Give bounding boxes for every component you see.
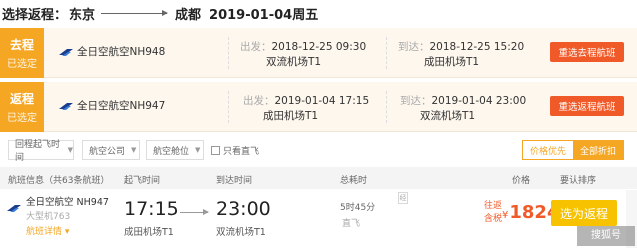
- leg-badge-title: 返程: [9, 92, 34, 106]
- departure-time: 2018-12-25 09:30: [271, 41, 367, 53]
- leg-arrival: 到达：2018-12-25 15:20 成田机场T1: [398, 40, 524, 70]
- departure-label: 出发：: [240, 41, 272, 53]
- filter-label: 回程起飞时间: [15, 140, 61, 163]
- results-column-header: 航班信息（共63条航班） 起飞时间 到达时间 总耗时 价格 要认排序: [0, 167, 637, 189]
- col-price[interactable]: 价格: [512, 173, 530, 186]
- direct-only-checkbox[interactable]: 只看直飞: [211, 144, 259, 157]
- arrow-right-icon: [180, 209, 209, 215]
- leg-status-badge: 去程 已选定: [0, 28, 44, 78]
- divider: [228, 91, 229, 123]
- chevron-down-icon: ▾: [64, 227, 70, 237]
- outbound-leg-summary: 去程 已选定 全日空航空NH948 出发：2018-12-25 09:30 双流…: [0, 28, 637, 78]
- select-return-flight-button[interactable]: 选为返程: [551, 200, 617, 226]
- filter-label: 航空舱位: [153, 146, 190, 157]
- leg-airline-flight: 全日空航空NH947: [77, 100, 166, 112]
- arrival-label: 到达：: [398, 41, 430, 53]
- col-sort[interactable]: 要认排序: [560, 173, 596, 186]
- arrival-airport: 成田机场T1: [424, 56, 480, 68]
- ana-logo-icon: [59, 103, 73, 110]
- chevron-down-icon: ▼: [195, 146, 201, 154]
- filter-label: 航空公司: [89, 146, 126, 157]
- header-label: 选择返程：: [2, 7, 68, 23]
- col-departure-time[interactable]: 起飞时间: [124, 173, 160, 186]
- col-arrival-time[interactable]: 到达时间: [216, 173, 252, 186]
- ana-logo-icon: [7, 205, 21, 212]
- row-duration: 5时45分: [340, 203, 376, 213]
- flight-result-row: 全日空航空 NH947 大型机763 航班详情 ▾ 17:15 成田机场T1 2…: [0, 190, 637, 248]
- leg-arrival: 到达：2019-01-04 23:00 双流机场T1: [400, 94, 526, 124]
- leg-badge-status: 已选定: [7, 113, 37, 124]
- watermark: 搜狐号: [577, 226, 635, 246]
- row-stop-type: 直飞: [342, 219, 361, 229]
- currency-symbol: ¥: [502, 210, 509, 221]
- leg-departure: 出发：2018-12-25 09:30 双流机场T1: [240, 40, 366, 70]
- col-flight-info: 航班信息（共63条航班）: [8, 176, 110, 186]
- col-duration[interactable]: 总耗时: [340, 173, 367, 186]
- filter-cabin[interactable]: 航空舱位 ▼: [146, 140, 204, 160]
- price-tag: 往返 含税: [484, 200, 502, 226]
- filter-bar: 回程起飞时间 ▼ 航空公司 ▼ 航空舱位 ▼ 只看直飞 价格优先 全部折扣: [0, 139, 637, 163]
- price-tag-top: 往返: [484, 201, 503, 211]
- departure-airport: 双流机场T1: [266, 56, 322, 68]
- return-leg-summary: 返程 已选定 全日空航空NH947 出发：2019-01-04 17:15 成田…: [0, 82, 637, 132]
- leg-departure: 出发：2019-01-04 17:15 成田机场T1: [243, 94, 369, 124]
- arrival-label: 到达：: [400, 95, 432, 107]
- route-arrow-icon: [101, 9, 169, 16]
- row-departure-time: 17:15: [124, 198, 179, 220]
- filter-airline[interactable]: 航空公司 ▼: [82, 140, 140, 160]
- checkbox-box[interactable]: [211, 146, 220, 155]
- checkbox-label: 只看直飞: [223, 147, 260, 157]
- leg-badge-title: 去程: [9, 38, 34, 52]
- reselect-return-button[interactable]: 重选返程航班: [550, 96, 624, 116]
- ana-logo-icon: [59, 49, 73, 56]
- row-aircraft-model: 大型机763: [26, 212, 71, 222]
- row-airline-flight: 全日空航空 NH947: [26, 197, 109, 208]
- row-arrival-airport: 双流机场T1: [216, 227, 266, 238]
- economy-badge: 经: [398, 192, 408, 204]
- leg-airline-flight: 全日空航空NH948: [77, 46, 166, 58]
- row-departure-airport: 成田机场T1: [124, 227, 174, 238]
- departure-label: 出发：: [243, 95, 275, 107]
- arrival-airport: 双流机场T1: [420, 110, 476, 122]
- reselect-outbound-button[interactable]: 重选去程航班: [550, 42, 624, 62]
- leg-badge-status: 已选定: [7, 59, 37, 70]
- travel-date: 2019-01-04周五: [209, 7, 319, 23]
- chevron-down-icon: ▼: [67, 146, 73, 154]
- divider: [386, 91, 387, 123]
- arrival-time: 2019-01-04 23:00: [431, 95, 527, 107]
- tab-price-first[interactable]: 价格优先: [523, 141, 574, 159]
- divider: [386, 37, 387, 69]
- departure-airport: 成田机场T1: [263, 110, 319, 122]
- route-header: 选择返程： 东京 成都 2019-01-04周五: [0, 0, 637, 26]
- destination-city: 成都: [175, 7, 202, 23]
- flight-details-link[interactable]: 航班详情 ▾: [26, 224, 69, 237]
- flight-details-label: 航班详情: [26, 227, 63, 237]
- origin-city: 东京: [69, 7, 96, 23]
- tab-all-discounts[interactable]: 全部折扣: [573, 141, 624, 159]
- filter-return-departure-time[interactable]: 回程起飞时间 ▼: [8, 140, 74, 163]
- leg-status-badge: 返程 已选定: [0, 82, 44, 132]
- divider: [228, 37, 229, 69]
- arrival-time: 2018-12-25 15:20: [429, 41, 525, 53]
- departure-time: 2019-01-04 17:15: [274, 95, 370, 107]
- price-tag-bottom: 含税: [484, 214, 503, 224]
- sort-tabs: 价格优先 全部折扣: [522, 140, 625, 160]
- row-arrival-time: 23:00: [216, 198, 271, 220]
- chevron-down-icon: ▼: [131, 146, 137, 154]
